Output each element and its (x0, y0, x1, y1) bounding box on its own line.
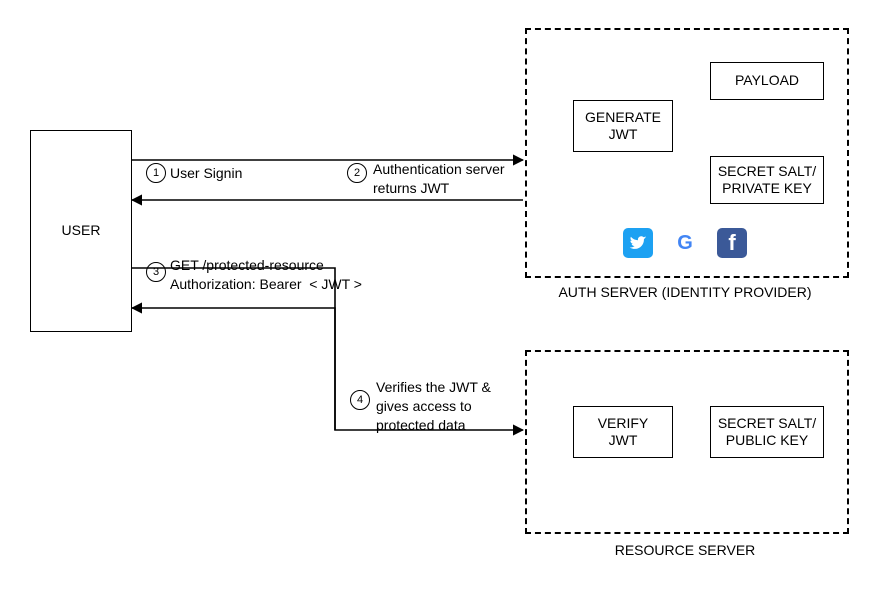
resource-server-caption: RESOURCE SERVER (525, 542, 845, 558)
step2-text: Authentication server returns JWT (373, 160, 505, 198)
step1-text: User Signin (170, 164, 242, 183)
step2-badge: 2 (347, 163, 367, 183)
step4-badge: 4 (350, 390, 370, 410)
verify-jwt-box: VERIFY JWT (573, 406, 673, 458)
payload-box: PAYLOAD (710, 62, 824, 100)
step1-badge: 1 (146, 163, 166, 183)
auth-server-caption: AUTH SERVER (IDENTITY PROVIDER) (525, 284, 845, 300)
step4-text: Verifies the JWT & gives access to prote… (376, 378, 491, 435)
google-icon: G (670, 228, 700, 258)
user-box: USER (30, 130, 132, 332)
facebook-icon: f (717, 228, 747, 258)
step3-badge: 3 (146, 262, 166, 282)
secret-public-box: SECRET SALT/ PUBLIC KEY (710, 406, 824, 458)
user-label: USER (62, 222, 101, 240)
step3-text: GET /protected-resource Authorization: B… (170, 256, 362, 294)
secret-private-box: SECRET SALT/ PRIVATE KEY (710, 156, 824, 204)
twitter-icon (623, 228, 653, 258)
generate-jwt-box: GENERATE JWT (573, 100, 673, 152)
